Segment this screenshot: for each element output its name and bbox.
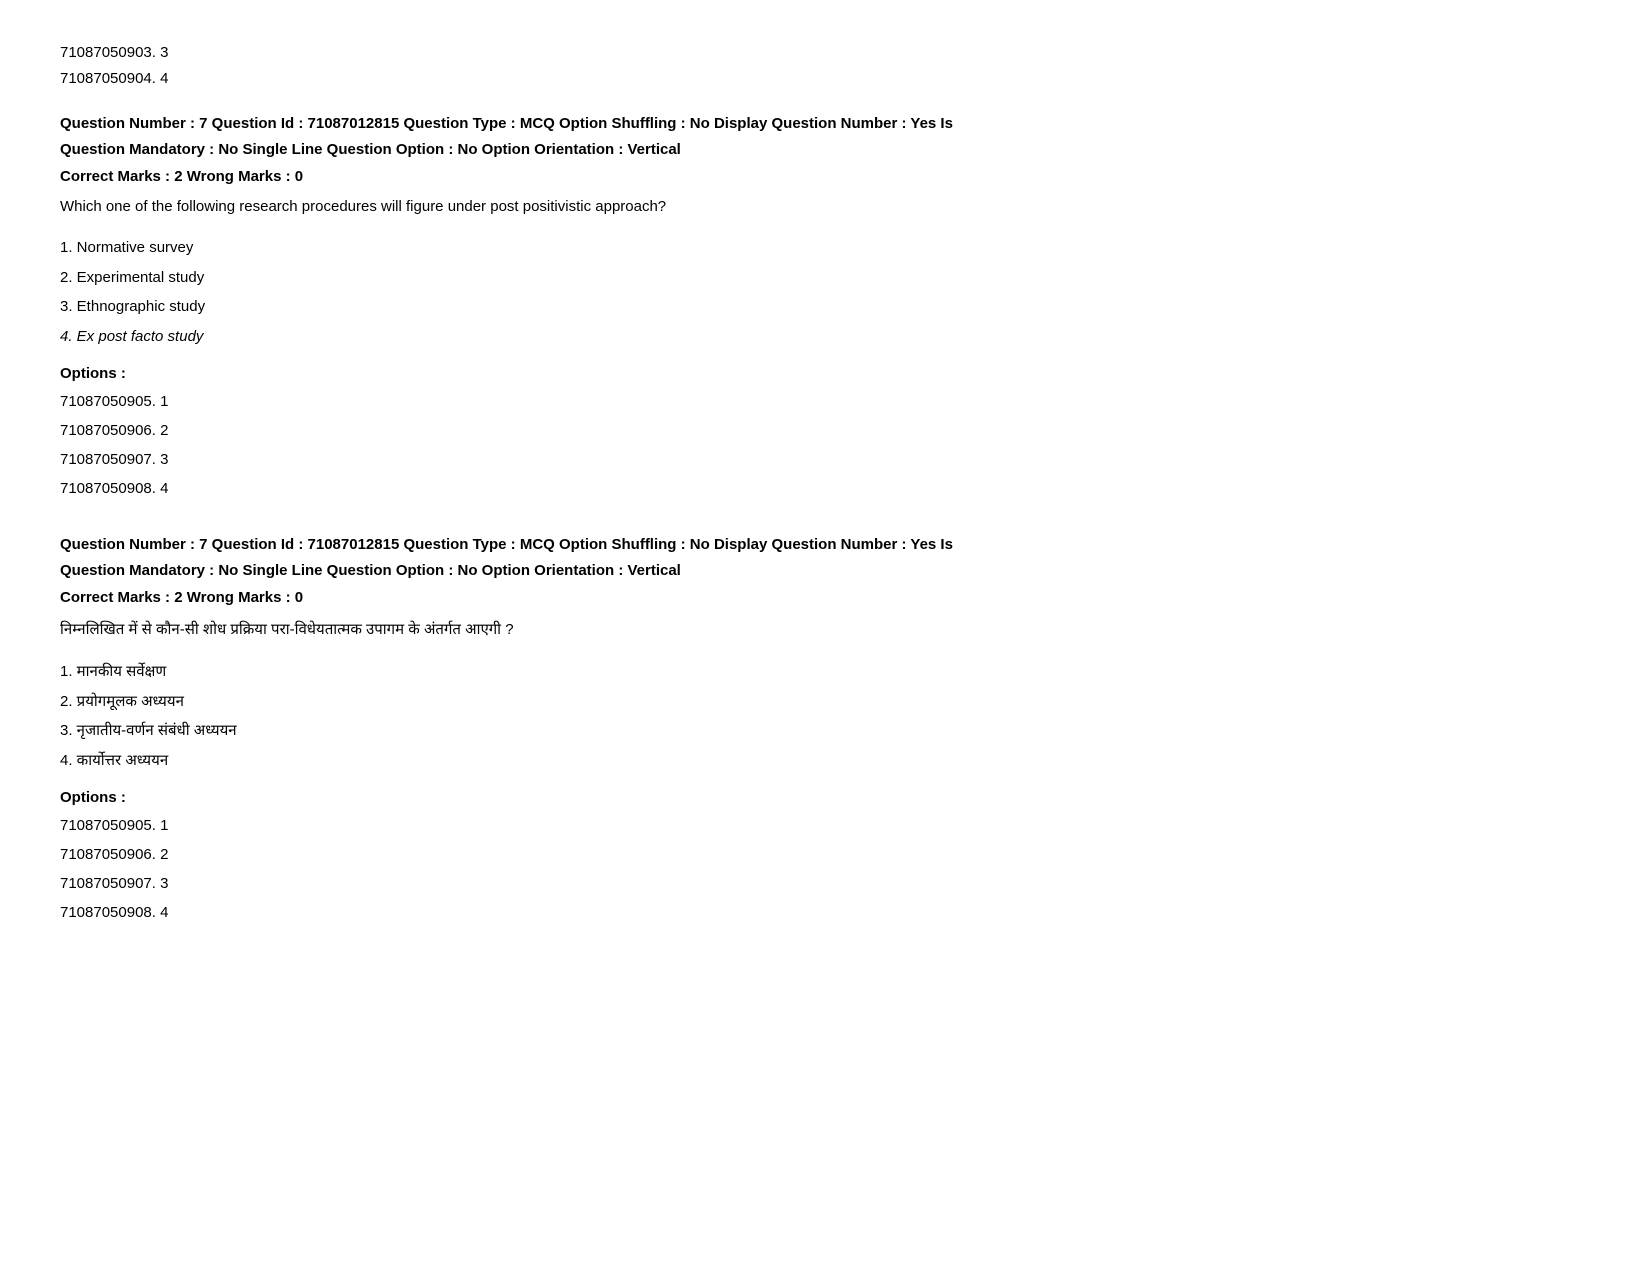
question-meta-1: Question Number : 7 Question Id : 710870… (60, 111, 1590, 162)
question-meta-2-line2: Question Mandatory : No Single Line Ques… (60, 558, 1590, 584)
option-1-2: 2. Experimental study (60, 265, 1590, 291)
option-1-4: 4. Ex post facto study (60, 324, 1590, 350)
top-option-1-sep: . (152, 44, 160, 61)
top-option-1-code: 71087050903 (60, 44, 152, 61)
option-code-1-1: 71087050905. 1 (60, 388, 1590, 415)
options-list-2: 1. मानकीय सर्वेक्षण 2. प्रयोगमूलक अध्ययन… (60, 659, 1590, 773)
top-option-2-num: 4 (160, 70, 168, 87)
option-2-1: 1. मानकीय सर्वेक्षण (60, 659, 1590, 685)
question-text-1: Which one of the following research proc… (60, 195, 1590, 219)
top-option-2-sep: . (152, 70, 160, 87)
options-label-2: Options : (60, 789, 1590, 806)
option-codes-2: 71087050905. 1 71087050906. 2 7108705090… (60, 812, 1590, 926)
options-label-1: Options : (60, 365, 1590, 382)
question-block-1: Question Number : 7 Question Id : 710870… (60, 111, 1590, 502)
option-code-1-4: 71087050908. 4 (60, 475, 1590, 502)
top-option-1-num: 3 (160, 44, 168, 61)
question-meta-2-line1: Question Number : 7 Question Id : 710870… (60, 532, 1590, 558)
correct-marks-1: Correct Marks : 2 Wrong Marks : 0 (60, 168, 1590, 185)
option-code-2-3: 71087050907. 3 (60, 870, 1590, 897)
option-1-3: 3. Ethnographic study (60, 294, 1590, 320)
question-block-2: Question Number : 7 Question Id : 710870… (60, 532, 1590, 926)
question-meta-2: Question Number : 7 Question Id : 710870… (60, 532, 1590, 583)
option-code-2-1: 71087050905. 1 (60, 812, 1590, 839)
question-text-2: निम्नलिखित में से कौन-सी शोध प्रक्रिया प… (60, 616, 1590, 643)
option-code-1-2: 71087050906. 2 (60, 417, 1590, 444)
option-2-3: 3. नृजातीय-वर्णन संबंधी अध्ययन (60, 718, 1590, 744)
question-meta-1-line2: Question Mandatory : No Single Line Ques… (60, 137, 1590, 163)
correct-marks-2: Correct Marks : 2 Wrong Marks : 0 (60, 589, 1590, 606)
option-2-2: 2. प्रयोगमूलक अध्ययन (60, 689, 1590, 715)
option-codes-1: 71087050905. 1 71087050906. 2 7108705090… (60, 388, 1590, 502)
top-options-section: 71087050903. 3 71087050904. 4 (60, 40, 1590, 91)
option-1-1: 1. Normative survey (60, 235, 1590, 261)
top-option-2-code: 71087050904 (60, 70, 152, 87)
option-2-4: 4. कार्योत्तर अध्ययन (60, 748, 1590, 774)
option-code-2-2: 71087050906. 2 (60, 841, 1590, 868)
question-meta-1-line1: Question Number : 7 Question Id : 710870… (60, 111, 1590, 137)
top-option-2: 71087050904. 4 (60, 66, 1590, 92)
options-list-1: 1. Normative survey 2. Experimental stud… (60, 235, 1590, 349)
option-code-2-4: 71087050908. 4 (60, 899, 1590, 926)
top-option-1: 71087050903. 3 (60, 40, 1590, 66)
option-code-1-3: 71087050907. 3 (60, 446, 1590, 473)
